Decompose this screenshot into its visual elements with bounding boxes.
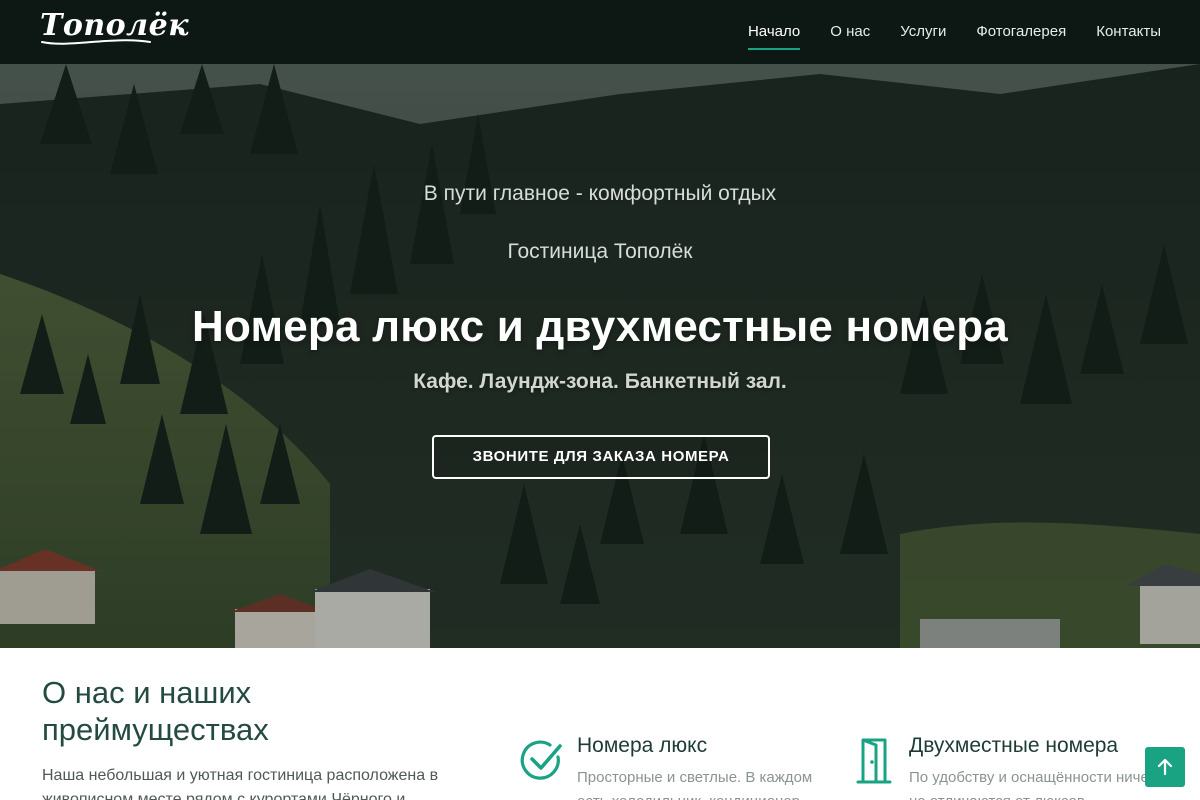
hero-overlay	[0, 64, 1200, 648]
arrow-up-icon	[1157, 758, 1173, 776]
check-circle-icon	[520, 740, 562, 780]
nav-item-services[interactable]: Услуги	[900, 0, 946, 64]
nav-item-about[interactable]: О нас	[830, 0, 870, 64]
main-nav: Начало О нас Услуги Фотогалерея Контакты	[718, 0, 1161, 64]
hero-section: В пути главное - комфортный отдых Гостин…	[0, 64, 1200, 648]
hero-title: Номера люкс и двухместные номера	[192, 302, 1008, 351]
nav-item-home[interactable]: Начало	[747, 0, 801, 64]
about-title: О нас и наших преймуществах	[42, 675, 269, 747]
feature-suite: Номера люкс Просторные и светлые. В кажд…	[520, 730, 840, 800]
feature-double-room: Двухместные номера По удобству и оснащён…	[852, 730, 1159, 800]
hero-features: Кафе. Лаундж-зона. Банкетный зал.	[413, 370, 787, 393]
feature-title: Двухместные номера	[909, 734, 1119, 757]
feature-title: Номера люкс	[577, 734, 708, 757]
call-to-book-button[interactable]: ЗВОНИТЕ ДЛЯ ЗАКАЗА НОМЕРА	[432, 435, 770, 479]
nav-item-gallery[interactable]: Фотогалерея	[976, 0, 1066, 64]
scroll-to-top-button[interactable]	[1145, 747, 1185, 787]
door-icon	[856, 738, 892, 784]
feature-text: По удобству и оснащённости ничем не отли…	[909, 769, 1160, 800]
hero-subtitle: В пути главное - комфортный отдых	[423, 182, 777, 205]
nav-item-contacts[interactable]: Контакты	[1096, 0, 1161, 64]
navbar: Тополёк Начало О нас Услуги Фотогалерея …	[0, 0, 1200, 64]
logo-swash-icon	[41, 39, 151, 45]
feature-text: Просторные и светлые. В каждом есть холо…	[577, 769, 813, 800]
hero-hotel-name: Гостиница Тополёк	[507, 240, 693, 263]
about-text: Наша небольшая и уютная гостиница распол…	[42, 767, 439, 800]
